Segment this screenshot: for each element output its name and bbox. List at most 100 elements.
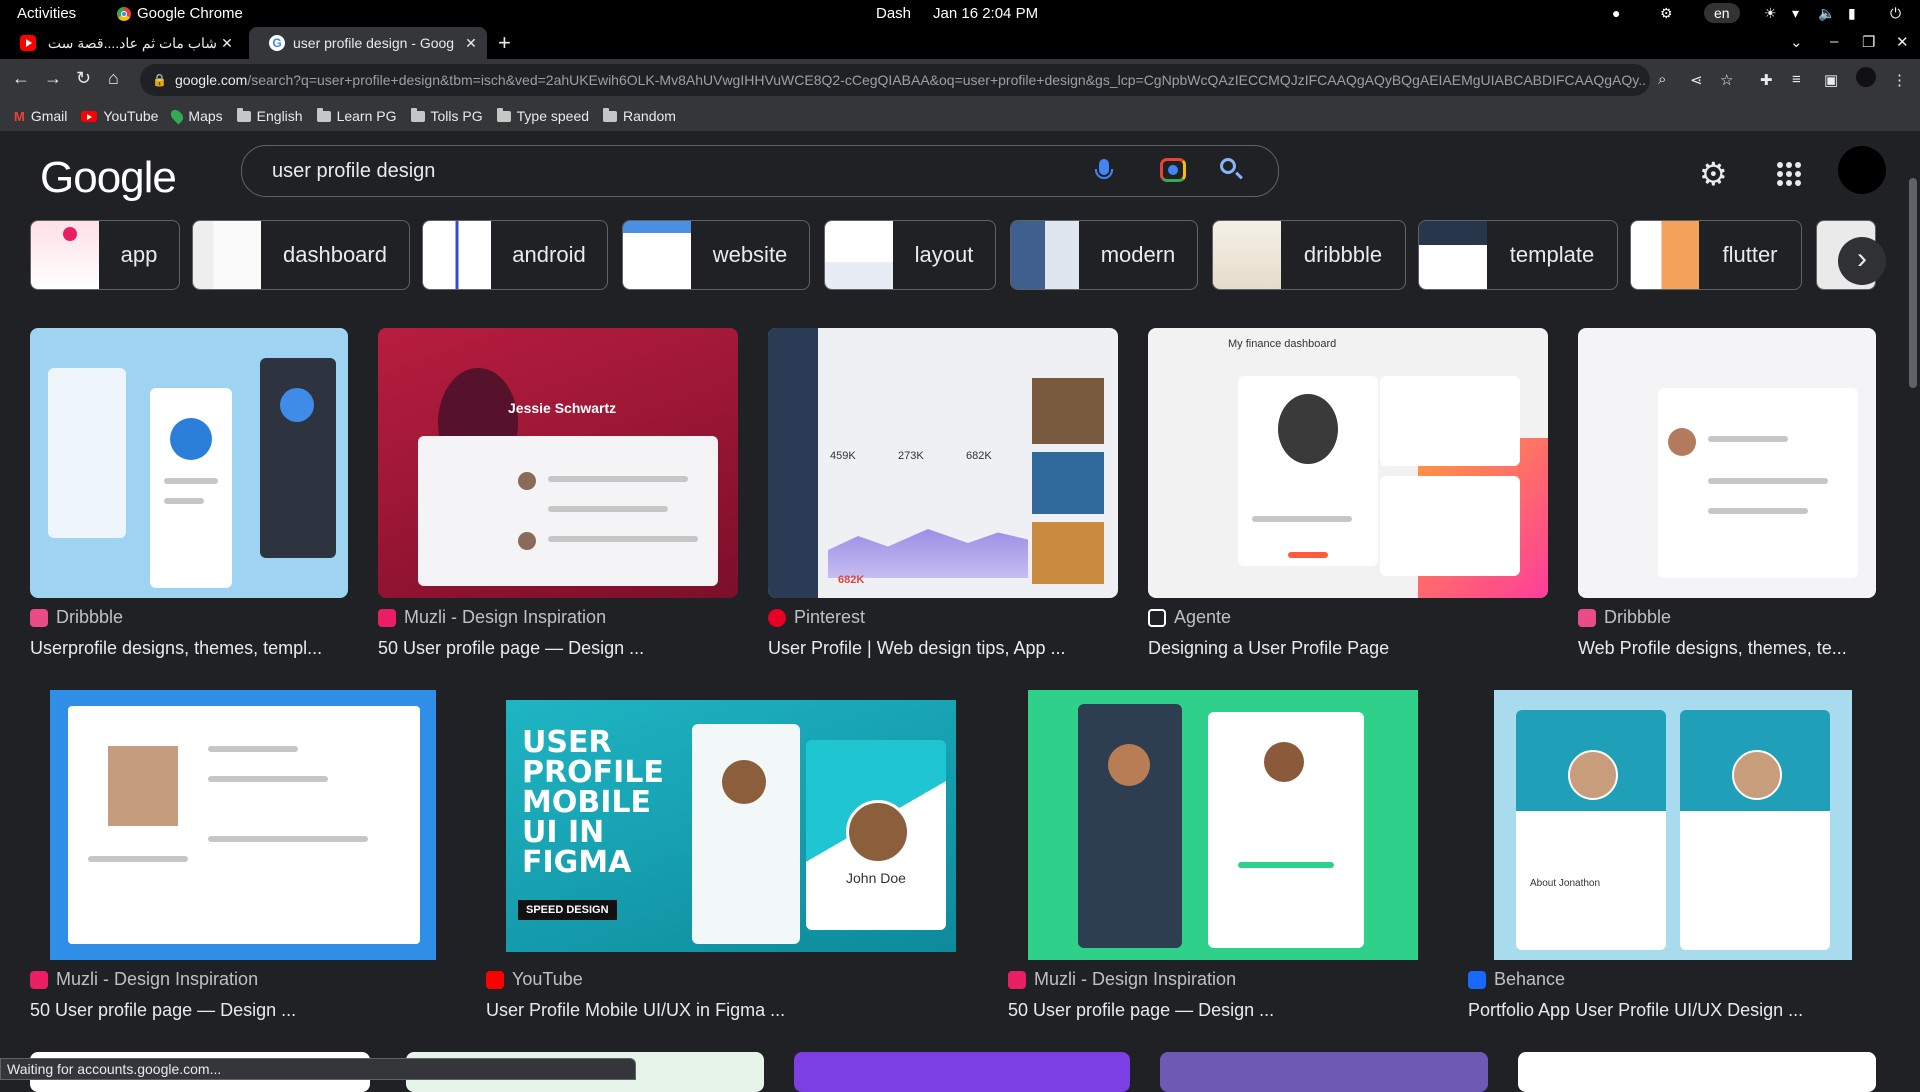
bookmark-youtube[interactable]: YouTube [81,108,158,124]
result-title[interactable]: Web Profile designs, themes, te... [1578,638,1876,659]
power-icon[interactable]: ⏻ [1890,5,1901,22]
bookmark-folder-random[interactable]: Random [603,107,676,124]
tab-google-search[interactable]: G user profile design - Goog ✕ [249,27,487,59]
result-thumbnail[interactable] [1578,328,1876,598]
result-title[interactable]: 50 User profile page — Design ... [378,638,738,659]
new-tab-button[interactable]: + [498,30,511,56]
volume-icon[interactable]: 🔈 [1818,5,1835,22]
result-source[interactable]: Muzli - Design Inspiration [30,969,258,990]
minimize-icon[interactable]: – [1830,33,1838,50]
search-input[interactable] [270,156,1074,186]
chip-dashboard[interactable]: dashboard [192,220,410,290]
status-indicator-icon[interactable]: ● [1612,5,1620,21]
result-thumbnail[interactable]: My finance dashboard [1148,328,1548,598]
profile-card-mockup [1208,712,1364,948]
home-icon[interactable]: ⌂ [108,68,119,89]
result-title[interactable]: User Profile | Web design tips, App ... [768,638,1118,659]
scrollbar-thumb[interactable] [1909,178,1917,388]
url-text[interactable]: google.com/search?q=user+profile+design&… [175,72,1645,88]
back-icon[interactable]: ← [12,68,30,89]
result-source[interactable]: Agente [1148,607,1231,628]
result-source[interactable]: Dribbble [30,607,123,628]
chevron-right-icon[interactable]: › [1838,237,1886,285]
result-thumbnail[interactable]: 2332 732 332 About Jonathon [1494,690,1852,960]
profile-avatar[interactable] [1856,67,1876,87]
result-thumbnail-partial[interactable] [1518,1052,1876,1092]
bookmark-gmail[interactable]: M Gmail [14,108,67,124]
result-source[interactable]: Behance [1468,969,1565,990]
bookmark-folder-learn-pg[interactable]: Learn PG [316,107,397,124]
chip-thumbnail [1419,221,1487,289]
extensions-icon[interactable]: ✚ [1760,71,1773,89]
result-title[interactable]: Portfolio App User Profile UI/UX Design … [1468,1000,1888,1021]
reload-icon[interactable]: ↻ [76,68,91,89]
result-title[interactable]: Designing a User Profile Page [1148,638,1548,659]
close-icon[interactable]: ✕ [461,35,481,52]
chip-android[interactable]: android [422,220,608,290]
extension-tray-icon[interactable]: ⚙ [1660,5,1673,22]
lock-icon[interactable]: 🔒 [152,73,167,87]
close-window-icon[interactable]: ✕ [1896,33,1909,51]
chip-dribbble[interactable]: dribbble [1212,220,1406,290]
google-logo[interactable]: Google [40,153,177,203]
google-lens-icon[interactable] [1160,158,1186,182]
address-bar[interactable]: 🔒 google.com/search?q=user+profile+desig… [140,64,1650,96]
phone-mockup [150,388,232,588]
result-thumbnail-partial[interactable] [794,1052,1130,1092]
result-thumbnail[interactable]: USER PROFILE MOBILE UI IN FIGMA SPEED DE… [506,700,956,952]
activities-button[interactable]: Activities [17,5,76,22]
bookmark-folder-type-speed[interactable]: Type speed [496,107,589,124]
result-source[interactable]: Pinterest [768,607,865,628]
tab-youtube[interactable]: شاب مات ثم عاد....قصة ست ✕ [0,27,243,59]
share-icon[interactable]: ⋖ [1690,71,1703,89]
menu-icon[interactable]: ⋮ [1892,71,1907,89]
bookmark-maps[interactable]: Maps [168,107,223,125]
chip-website[interactable]: website [622,220,810,290]
status-bubble: Waiting for accounts.google.com... [0,1058,636,1080]
bookmark-folder-tolls-pg[interactable]: Tolls PG [410,107,483,124]
chip-flutter[interactable]: flutter [1630,220,1802,290]
chip-template[interactable]: template [1418,220,1618,290]
tab-search-icon[interactable]: ⌄ [1790,33,1803,51]
reading-list-icon[interactable]: ≡ [1792,71,1801,88]
brightness-icon[interactable]: ☀ [1764,5,1777,22]
wifi-icon[interactable]: ▾ [1792,5,1799,22]
result-thumbnail[interactable] [50,690,436,960]
zoom-icon[interactable]: ⌕ [1658,71,1666,88]
account-avatar[interactable] [1838,146,1886,194]
chip-app[interactable]: app [30,220,180,290]
search-box[interactable] [241,145,1279,197]
search-icon[interactable] [1220,158,1236,174]
result-source[interactable]: Muzli - Design Inspiration [378,607,606,628]
chip-thumbnail [623,221,691,289]
result-thumbnail[interactable]: Jessie Schwartz [378,328,738,598]
result-thumbnail[interactable] [30,328,348,598]
chip-layout[interactable]: layout [824,220,996,290]
result-source[interactable]: Muzli - Design Inspiration [1008,969,1236,990]
battery-icon[interactable]: ▮ [1848,5,1856,22]
close-icon[interactable]: ✕ [217,35,237,52]
microphone-icon[interactable] [1095,159,1113,179]
forward-icon[interactable]: → [44,68,62,89]
settings-gear-icon[interactable]: ⚙ [1699,155,1728,193]
restore-icon[interactable]: ❐ [1862,33,1875,51]
result-title[interactable]: Userprofile designs, themes, templ... [30,638,348,659]
app-menu[interactable]: Google Chrome [117,5,243,22]
chip-modern[interactable]: modern [1010,220,1198,290]
bookmark-star-icon[interactable]: ☆ [1720,71,1733,89]
result-title[interactable]: User Profile Mobile UI/UX in Figma ... [486,1000,946,1021]
result-source[interactable]: YouTube [486,969,583,990]
result-title[interactable]: 50 User profile page — Design ... [1008,1000,1428,1021]
dash-button[interactable]: Dash [876,5,911,22]
google-apps-icon[interactable] [1777,162,1801,186]
thumb-stat: 459K [830,450,856,462]
side-panel-icon[interactable]: ▣ [1824,71,1838,89]
result-thumbnail[interactable] [1028,690,1418,960]
result-thumbnail-partial[interactable] [1160,1052,1488,1092]
result-title[interactable]: 50 User profile page — Design ... [30,1000,450,1021]
result-source[interactable]: Dribbble [1578,607,1671,628]
clock[interactable]: Jan 16 2:04 PM [933,5,1038,22]
language-indicator[interactable]: en [1704,3,1740,23]
bookmark-folder-english[interactable]: English [236,107,303,124]
result-thumbnail[interactable]: 459K 273K 682K 682K [768,328,1118,598]
